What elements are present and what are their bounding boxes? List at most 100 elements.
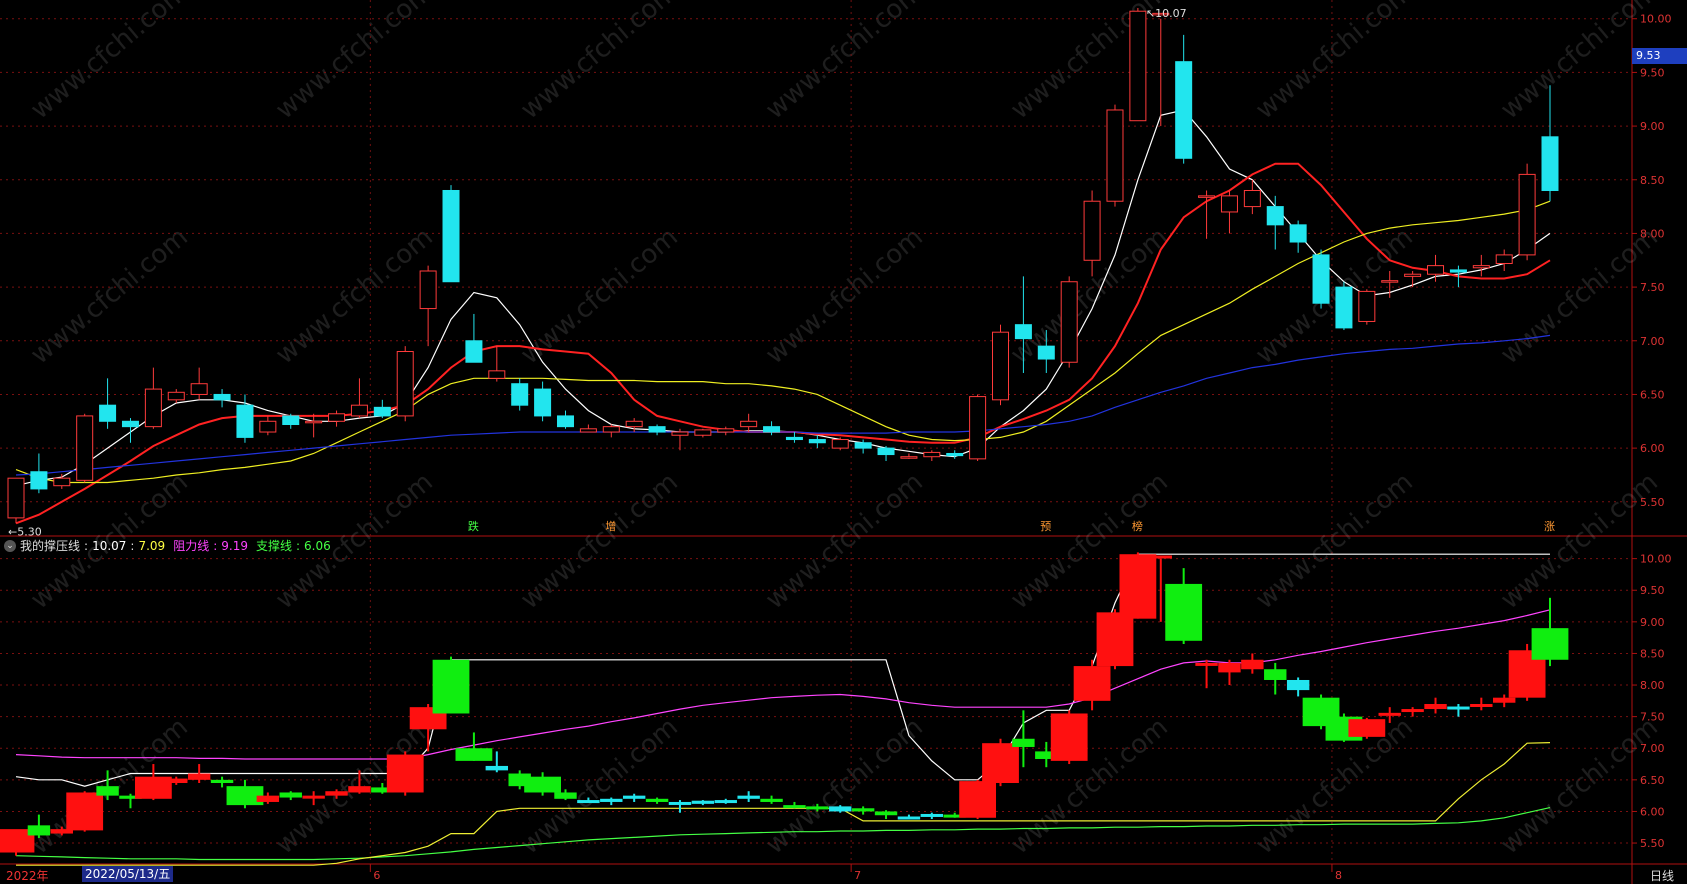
candle-body (717, 428, 735, 433)
indicator-candle-body (1218, 662, 1241, 673)
indicator-candle-body (386, 754, 424, 793)
candle-body (579, 428, 597, 433)
candle-body (946, 452, 964, 457)
main-ytick-label: 8.50 (1640, 174, 1665, 187)
watermark-text: www.cfchi.com (760, 222, 929, 370)
ind-ytick-label: 9.50 (1640, 584, 1665, 597)
main-ytick-label: 7.00 (1640, 335, 1665, 348)
candle-body (373, 406, 391, 417)
year-label: 2022年 (6, 869, 49, 883)
watermark-text: www.cfchi.com (760, 0, 929, 125)
candle-body (1541, 136, 1559, 191)
month-label: 8 (1335, 869, 1342, 882)
main-ytick-label: 5.50 (1640, 496, 1665, 509)
ind-ytick-label: 7.00 (1640, 742, 1665, 755)
candle-body (694, 429, 712, 436)
candle-body (1335, 286, 1353, 329)
support-value: 6.06 (304, 538, 331, 553)
indicator-sep: : (84, 538, 89, 553)
indicator-candle-body (600, 798, 623, 802)
candle-body (99, 404, 117, 422)
ind-ytick-label: 8.00 (1640, 679, 1665, 692)
candle-body (1243, 189, 1261, 208)
ind-ytick-label: 7.50 (1640, 711, 1665, 724)
watermark-text: www.cfchi.com (1250, 467, 1419, 615)
candle-body (1083, 200, 1101, 261)
candle-body (1266, 206, 1284, 226)
candle-body (625, 420, 643, 428)
indicator-candle-body (1096, 612, 1134, 667)
candle-body (1220, 195, 1238, 213)
watermark-text: www.cfchi.com (1495, 467, 1664, 615)
indicator-candle-body (783, 805, 806, 809)
candle-body (1037, 345, 1055, 360)
indicator-candle-body (432, 659, 470, 714)
main-ytick-label: 7.50 (1640, 281, 1665, 294)
candle-body (831, 439, 849, 449)
candle-body (671, 431, 689, 436)
candle-body (213, 393, 231, 401)
ind-ytick-label: 6.50 (1640, 774, 1665, 787)
indicator-candle-body (1195, 662, 1218, 666)
candle-body (923, 451, 941, 458)
indicator-candle-body (1378, 712, 1401, 716)
indicator-candle-body (806, 806, 829, 810)
candle-body (1312, 254, 1330, 304)
indicator-candle-body (554, 792, 577, 799)
resistance-label: 阻力线 (173, 539, 210, 553)
indicator-candle-body (1424, 704, 1447, 710)
main-ytick-label: 8.00 (1640, 227, 1665, 240)
indicator-candle-body (1348, 719, 1386, 737)
indicator-candle-body (691, 800, 715, 804)
period-selector[interactable]: 日线 (1650, 867, 1674, 884)
candle-body (740, 420, 758, 428)
candle-body (167, 391, 185, 401)
candle-body (1427, 265, 1445, 275)
candle-body (1289, 224, 1307, 243)
indicator-candle-body (982, 743, 1019, 783)
indicator-candle-body (524, 776, 561, 793)
indicator-candle-body (1119, 554, 1157, 619)
indicator-candle-body (302, 795, 325, 799)
indicator-toggle-icon[interactable]: ⌄ (4, 539, 16, 552)
candle-body (1129, 10, 1147, 122)
candle-body (992, 331, 1010, 401)
watermark-text: www.cfchi.com (760, 712, 929, 860)
indicator-candle-body (1264, 669, 1287, 680)
indicator-candle-body (210, 779, 234, 783)
indicator-candle-body (1241, 659, 1264, 670)
indicator-candle-body (829, 806, 852, 812)
cursor-date-label: 2022/05/13/五 (82, 866, 174, 882)
candle-body (350, 404, 368, 417)
support-sep: : (295, 538, 301, 553)
indicator-candle-body (485, 765, 509, 771)
ind-ytick-label: 8.50 (1640, 647, 1665, 660)
watermark-text: www.cfchi.com (25, 222, 194, 370)
indicator-candle-body (577, 800, 600, 804)
candle-body (465, 340, 483, 363)
watermark-text: www.cfchi.com (1495, 712, 1664, 860)
indicator-candle-body (455, 748, 493, 761)
candle-body (30, 471, 48, 490)
current-price-tag: 9.53 (1632, 48, 1687, 64)
signal-marker: 跌 (468, 519, 479, 533)
indicator-candle-body (348, 786, 371, 793)
signal-marker: 榜 (1132, 519, 1143, 533)
candle-body (900, 456, 918, 459)
indicator-candle-body (1073, 666, 1111, 701)
signal-marker: 涨 (1544, 520, 1555, 533)
candle-body (282, 415, 300, 426)
indicator-candle-body (622, 795, 646, 799)
candle-body (511, 383, 529, 406)
indicator-candle-body (1149, 555, 1172, 559)
candle-body (442, 189, 460, 283)
indicator-candle-body (1401, 709, 1424, 713)
indicator-candle-body (1286, 679, 1310, 691)
candle-body (763, 426, 781, 433)
candle-body (7, 477, 25, 519)
indicator-candle-body (851, 808, 875, 812)
candle-body (1404, 273, 1422, 277)
candle-body (121, 420, 139, 428)
candle-body (534, 388, 552, 417)
indicator-candle-body (66, 792, 104, 831)
